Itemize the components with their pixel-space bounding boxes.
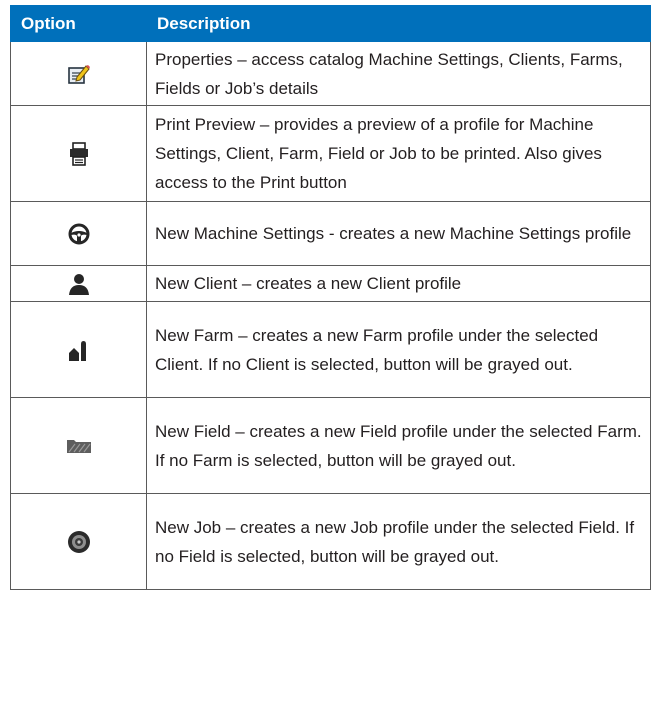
options-table: Option Description Properties – access c [10,5,651,590]
table-row: New Client – creates a new Client profil… [10,265,651,302]
table-row: New Job – creates a new Job profile unde… [10,493,651,590]
properties-icon [67,63,90,85]
table-cell: New Job – creates a new Job profile unde… [146,493,651,590]
table-cell: New Machine Settings - creates a new Mac… [146,201,651,266]
person-icon [68,273,90,295]
table-row: New Farm – creates a new Farm profile un… [10,301,651,398]
steering-wheel-icon [68,223,90,245]
table-row: New Machine Settings - creates a new Mac… [10,201,651,266]
table-cell: New Farm – creates a new Farm profile un… [146,301,651,398]
print-preview-icon [69,141,89,166]
option-column-header: Option [10,5,147,42]
table-row: Print Preview – provides a preview of a … [10,105,651,202]
table-header-row: Option Description [10,5,651,42]
job-icon [67,530,91,554]
table-row: Properties – access catalog Machine Sett… [10,41,651,106]
farm-icon [68,339,90,361]
field-icon [66,438,92,454]
table-row: New Field – creates a new Field profile … [10,397,651,494]
table-cell: Properties – access catalog Machine Sett… [146,41,651,106]
table-cell: Print Preview – provides a preview of a … [146,105,651,202]
table-cell: New Field – creates a new Field profile … [146,397,651,494]
table-cell: New Client – creates a new Client profil… [146,265,651,302]
description-column-header: Description [146,5,651,42]
